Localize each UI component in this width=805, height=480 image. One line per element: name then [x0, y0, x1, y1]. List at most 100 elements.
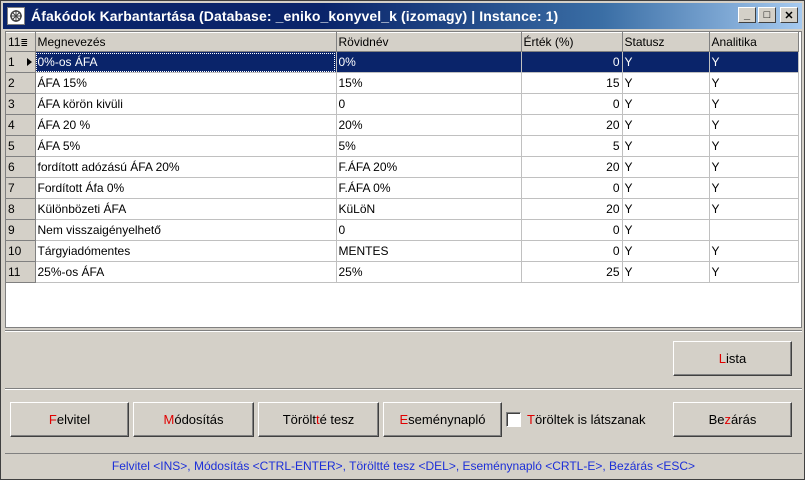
cell-ertek[interactable]: 0 — [521, 219, 623, 241]
cell-analitika[interactable]: Y — [709, 198, 799, 220]
bezaras-button[interactable]: Be z árás — [673, 402, 792, 437]
cell-rovidnev[interactable]: 15% — [336, 72, 522, 94]
cell-megnevezes[interactable]: ÁFA 20 % — [35, 114, 337, 136]
cell-megnevezes[interactable]: 0%-os ÁFA — [35, 51, 337, 73]
modositas-button[interactable]: Módosítás — [133, 402, 254, 437]
cell-ertek[interactable]: 0 — [521, 93, 623, 115]
cell-rovidnev[interactable]: 0% — [336, 51, 522, 73]
cell-statusz[interactable]: Y — [622, 198, 710, 220]
cell-ertek[interactable]: 20 — [521, 156, 623, 178]
row-number[interactable]: 10 — [6, 240, 36, 262]
cell-megnevezes[interactable]: ÁFA 15% — [35, 72, 337, 94]
row-number[interactable]: 4 — [6, 114, 36, 136]
table-row[interactable]: 8 Különbözeti ÁFA KüLöN 20 Y Y — [6, 198, 799, 220]
table-row[interactable]: 3 ÁFA körön kivüli 0 0 Y Y — [6, 93, 799, 115]
cell-analitika[interactable]: Y — [709, 156, 799, 178]
cell-analitika[interactable]: Y — [709, 177, 799, 199]
cell-ertek[interactable]: 20 — [521, 198, 623, 220]
cell-statusz[interactable]: Y — [622, 156, 710, 178]
cell-megnevezes[interactable]: 25%-os ÁFA — [35, 261, 337, 283]
cell-ertek[interactable]: 0 — [521, 51, 623, 73]
checkbox-box[interactable] — [506, 411, 521, 427]
col-header-megnevezes[interactable]: Megnevezés — [35, 32, 337, 52]
cell-ertek[interactable]: 15 — [521, 72, 623, 94]
cell-megnevezes[interactable]: fordított adózású ÁFA 20% — [35, 156, 337, 178]
cell-rovidnev[interactable]: 25% — [336, 261, 522, 283]
cell-rovidnev[interactable]: 0 — [336, 93, 522, 115]
cell-ertek[interactable]: 20 — [521, 114, 623, 136]
corner-cell[interactable]: 11≣ — [6, 32, 36, 52]
row-number[interactable]: 6 — [6, 156, 36, 178]
cell-rovidnev[interactable]: F.ÁFA 20% — [336, 156, 522, 178]
cell-megnevezes[interactable]: Különbözeti ÁFA — [35, 198, 337, 220]
checkbox-hotkey: T — [527, 411, 535, 427]
toroltte-tesz-button[interactable]: Törölt t é tesz — [258, 402, 379, 437]
felvitel-button[interactable]: Felvitel — [10, 402, 129, 437]
cell-megnevezes[interactable]: Tárgyiadómentes — [35, 240, 337, 262]
maximize-button[interactable]: □ — [758, 7, 776, 23]
table-row[interactable]: 5 ÁFA 5% 5% 5 Y Y — [6, 135, 799, 157]
col-header-ertek[interactable]: Érték (%) — [521, 32, 623, 52]
row-number[interactable]: 3 — [6, 93, 36, 115]
cell-statusz[interactable]: Y — [622, 114, 710, 136]
cell-rovidnev[interactable]: KüLöN — [336, 198, 522, 220]
cell-statusz[interactable]: Y — [622, 51, 710, 73]
cell-rovidnev[interactable]: MENTES — [336, 240, 522, 262]
esemenynaplo-button[interactable]: Eseménynapló — [383, 402, 502, 437]
cell-rovidnev[interactable]: 0 — [336, 219, 522, 241]
cell-analitika[interactable] — [709, 219, 799, 241]
row-number[interactable]: 5 — [6, 135, 36, 157]
col-header-analitika[interactable]: Analitika — [709, 32, 799, 52]
cell-megnevezes[interactable]: ÁFA 5% — [35, 135, 337, 157]
cell-statusz[interactable]: Y — [622, 93, 710, 115]
maximize-icon: □ — [763, 9, 771, 21]
cell-analitika[interactable]: Y — [709, 135, 799, 157]
row-number[interactable]: 1 — [6, 51, 36, 73]
row-number[interactable]: 11 — [6, 261, 36, 283]
cell-rovidnev[interactable]: F.ÁFA 0% — [336, 177, 522, 199]
cell-ertek[interactable]: 5 — [521, 135, 623, 157]
table-row[interactable]: 11 25%-os ÁFA 25% 25 Y Y — [6, 261, 799, 283]
row-number[interactable]: 7 — [6, 177, 36, 199]
cell-analitika[interactable]: Y — [709, 72, 799, 94]
cell-analitika[interactable]: Y — [709, 261, 799, 283]
minimize-button[interactable]: _ — [738, 7, 756, 23]
lista-button[interactable]: Lista — [673, 341, 792, 376]
cell-statusz[interactable]: Y — [622, 219, 710, 241]
cell-statusz[interactable]: Y — [622, 177, 710, 199]
grid-header-row: 11≣ Megnevezés Rövidnév Érték (%) Status… — [6, 32, 799, 52]
cell-analitika[interactable]: Y — [709, 93, 799, 115]
cell-megnevezes[interactable]: Nem visszaigényelhető — [35, 219, 337, 241]
row-number[interactable]: 2 — [6, 72, 36, 94]
row-number[interactable]: 8 — [6, 198, 36, 220]
table-row[interactable]: 9 Nem visszaigényelhető 0 0 Y — [6, 219, 799, 241]
cell-ertek[interactable]: 0 — [521, 177, 623, 199]
table-row[interactable]: 4 ÁFA 20 % 20% 20 Y Y — [6, 114, 799, 136]
cell-ertek[interactable]: 0 — [521, 240, 623, 262]
table-row[interactable]: 6 fordított adózású ÁFA 20% F.ÁFA 20% 20 Y Y — [6, 156, 799, 178]
table-row[interactable]: 1 0%-os ÁFA 0% 0 Y Y — [6, 51, 799, 73]
cell-megnevezes[interactable]: ÁFA körön kivüli — [35, 93, 337, 115]
cell-analitika[interactable]: Y — [709, 114, 799, 136]
table-row[interactable]: 10 Tárgyiadómentes MENTES 0 Y Y — [6, 240, 799, 262]
table-row[interactable]: 7 Fordított Áfa 0% F.ÁFA 0% 0 Y Y — [6, 177, 799, 199]
cell-ertek[interactable]: 25 — [521, 261, 623, 283]
cell-statusz[interactable]: Y — [622, 72, 710, 94]
cell-rovidnev[interactable]: 20% — [336, 114, 522, 136]
col-header-rovidnev[interactable]: Rövidnév — [336, 32, 522, 52]
close-icon: ✕ — [784, 9, 794, 22]
table-row[interactable]: 2 ÁFA 15% 15% 15 Y Y — [6, 72, 799, 94]
cell-rovidnev[interactable]: 5% — [336, 135, 522, 157]
close-button[interactable]: ✕ — [780, 7, 798, 23]
cell-statusz[interactable]: Y — [622, 135, 710, 157]
title-bar[interactable]: Áfakódok Karbantartása (Database: _eniko… — [3, 3, 802, 29]
cell-analitika[interactable]: Y — [709, 51, 799, 73]
row-number[interactable]: 9 — [6, 219, 36, 241]
show-deleted-checkbox[interactable]: Töröltek is látszanak — [506, 408, 646, 430]
col-header-statusz[interactable]: Statusz — [622, 32, 710, 52]
cell-megnevezes[interactable]: Fordított Áfa 0% — [35, 177, 337, 199]
cell-analitika[interactable]: Y — [709, 240, 799, 262]
cell-statusz[interactable]: Y — [622, 240, 710, 262]
cell-statusz[interactable]: Y — [622, 261, 710, 283]
vat-codes-grid[interactable]: 11≣ Megnevezés Rövidnév Érték (%) Status… — [5, 31, 802, 328]
